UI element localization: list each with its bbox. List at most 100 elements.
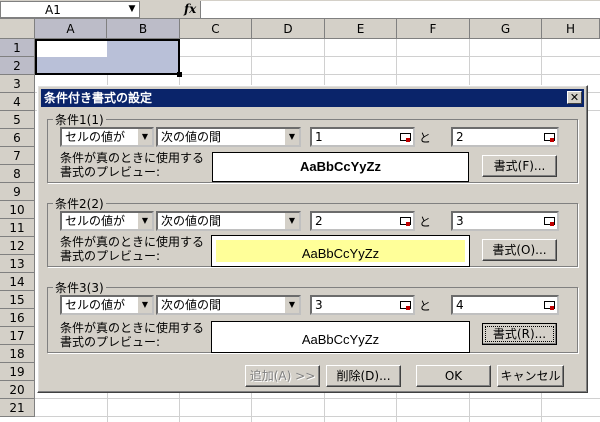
row-header-9[interactable]: 9: [0, 183, 35, 201]
formula-bar: A1 ▼ fx: [0, 0, 600, 19]
chevron-down-icon[interactable]: ▼: [125, 2, 139, 17]
condition-3-operator-select[interactable]: 次の値の間 ▼: [156, 295, 301, 315]
ok-button[interactable]: OK: [416, 365, 491, 387]
condition-2-type-select[interactable]: セルの値が ▼: [60, 211, 154, 231]
condition-2-value1-input[interactable]: 2: [310, 211, 415, 231]
fx-icon[interactable]: fx: [184, 2, 196, 16]
range-picker-icon[interactable]: [398, 298, 412, 312]
condition-2-value2: 3: [456, 214, 464, 228]
cancel-button[interactable]: キャンセル: [497, 365, 564, 387]
condition-2-operator-select[interactable]: 次の値の間 ▼: [156, 211, 301, 231]
column-header-b[interactable]: B: [107, 19, 180, 39]
row-header-7[interactable]: 7: [0, 147, 35, 165]
select-all-corner[interactable]: [0, 19, 35, 39]
dialog-titlebar[interactable]: 条件付き書式の設定 ✕: [41, 89, 584, 107]
column-header-c[interactable]: C: [180, 19, 252, 39]
row-header-1[interactable]: 1: [0, 39, 35, 57]
condition-1-operator-value: 次の値の間: [161, 130, 222, 144]
condition-2-value1: 2: [315, 214, 323, 228]
column-header-g[interactable]: G: [470, 19, 542, 39]
chevron-down-icon[interactable]: ▼: [137, 129, 152, 145]
condition-3-value1: 3: [315, 298, 323, 312]
condition-2-value2-input[interactable]: 3: [451, 211, 559, 231]
condition-1-preview-label: 条件が真のときに使用する書式のプレビュー:: [60, 151, 205, 179]
fill-handle[interactable]: [177, 72, 182, 77]
chevron-down-icon[interactable]: ▼: [137, 213, 152, 229]
condition-1-value1: 1: [315, 130, 323, 144]
condition-1-type-value: セルの値が: [65, 130, 126, 144]
condition-3-and-label: と: [419, 299, 432, 313]
row-header-14[interactable]: 14: [0, 273, 35, 291]
active-cell-a1[interactable]: [37, 41, 107, 57]
range-picker-icon[interactable]: [542, 214, 556, 228]
row-header-6[interactable]: 6: [0, 129, 35, 147]
condition-3-group: 条件3(3) セルの値が ▼ 次の値の間 ▼ 3 と 4 条件が真のときに使用す…: [47, 279, 578, 353]
row-header-3[interactable]: 3: [0, 75, 35, 93]
row-header-11[interactable]: 11: [0, 219, 35, 237]
row-header-19[interactable]: 19: [0, 363, 35, 381]
range-picker-icon[interactable]: [542, 130, 556, 144]
row-header-17[interactable]: 17: [0, 327, 35, 345]
row-header-18[interactable]: 18: [0, 345, 35, 363]
chevron-down-icon[interactable]: ▼: [137, 297, 152, 313]
condition-1-type-select[interactable]: セルの値が ▼: [60, 127, 154, 147]
range-picker-icon[interactable]: [398, 130, 412, 144]
condition-3-operator-value: 次の値の間: [161, 298, 222, 312]
condition-2-type-value: セルの値が: [65, 214, 126, 228]
condition-2-label: 条件2(2): [53, 195, 106, 212]
row-header-12[interactable]: 12: [0, 237, 35, 255]
row-header-16[interactable]: 16: [0, 309, 35, 327]
row-header-4[interactable]: 4: [0, 93, 35, 111]
row-header-13[interactable]: 13: [0, 255, 35, 273]
condition-1-label: 条件1(1): [53, 111, 106, 128]
condition-2-preview-label: 条件が真のときに使用する書式のプレビュー:: [60, 235, 205, 263]
grid-line: [35, 416, 600, 417]
conditional-format-dialog: 条件付き書式の設定 ✕ 条件1(1) セルの値が ▼ 次の値の間 ▼ 1 と 2…: [37, 85, 588, 393]
condition-3-preview-label: 条件が真のときに使用する書式のプレビュー:: [60, 321, 205, 349]
chevron-down-icon[interactable]: ▼: [284, 297, 299, 313]
name-box-value: A1: [45, 3, 61, 17]
condition-3-type-value: セルの値が: [65, 298, 126, 312]
condition-3-type-select[interactable]: セルの値が ▼: [60, 295, 154, 315]
add-button[interactable]: 追加(A) >>: [245, 365, 320, 387]
condition-1-operator-select[interactable]: 次の値の間 ▼: [156, 127, 301, 147]
range-picker-icon[interactable]: [542, 298, 556, 312]
dialog-title: 条件付き書式の設定: [44, 91, 153, 105]
condition-3-label: 条件3(3): [53, 279, 106, 296]
close-button[interactable]: ✕: [567, 91, 582, 104]
condition-1-and-label: と: [419, 131, 432, 145]
column-header-a[interactable]: A: [35, 19, 107, 39]
formula-input[interactable]: [200, 1, 600, 18]
condition-1-value1-input[interactable]: 1: [310, 127, 415, 147]
condition-1-value2-input[interactable]: 2: [451, 127, 559, 147]
row-header-20[interactable]: 20: [0, 381, 35, 399]
range-picker-icon[interactable]: [398, 214, 412, 228]
condition-2-format-button[interactable]: 書式(O)...: [482, 239, 557, 261]
column-header-e[interactable]: E: [325, 19, 397, 39]
name-box[interactable]: A1 ▼: [0, 1, 140, 18]
condition-2-operator-value: 次の値の間: [161, 214, 222, 228]
condition-3-value2-input[interactable]: 4: [451, 295, 559, 315]
condition-1-preview: AaBbCcYyZz: [212, 152, 469, 182]
condition-3-preview: AaBbCcYyZz: [211, 321, 470, 353]
row-header-8[interactable]: 8: [0, 165, 35, 183]
row-header-2[interactable]: 2: [0, 57, 35, 75]
condition-3-format-button[interactable]: 書式(R)...: [482, 323, 557, 345]
condition-1-format-button[interactable]: 書式(F)...: [482, 155, 557, 177]
delete-button[interactable]: 削除(D)...: [326, 365, 401, 387]
chevron-down-icon[interactable]: ▼: [284, 213, 299, 229]
grid-line: [35, 398, 600, 399]
condition-2-group: 条件2(2) セルの値が ▼ 次の値の間 ▼ 2 と 3 条件が真のときに使用す…: [47, 195, 578, 267]
column-header-f[interactable]: F: [397, 19, 470, 39]
column-header-d[interactable]: D: [252, 19, 325, 39]
chevron-down-icon[interactable]: ▼: [284, 129, 299, 145]
condition-1-value2: 2: [456, 130, 464, 144]
row-header-15[interactable]: 15: [0, 291, 35, 309]
condition-2-preview: AaBbCcYyZz: [211, 235, 470, 267]
row-header-10[interactable]: 10: [0, 201, 35, 219]
condition-3-value1-input[interactable]: 3: [310, 295, 415, 315]
condition-2-and-label: と: [419, 215, 432, 229]
row-header-21[interactable]: 21: [0, 399, 35, 417]
column-header-h[interactable]: H: [542, 19, 600, 39]
row-header-5[interactable]: 5: [0, 111, 35, 129]
